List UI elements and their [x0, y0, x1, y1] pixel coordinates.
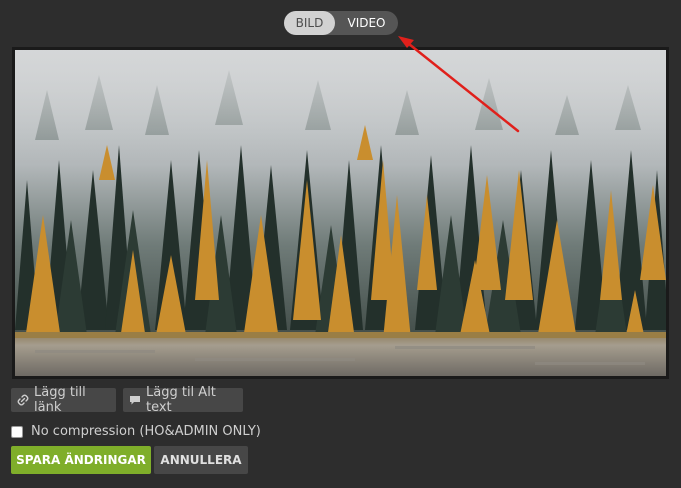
toggle-video[interactable]: VIDEO [335, 11, 398, 35]
media-type-toggle: BILD VIDEO [284, 11, 398, 35]
add-alt-text-button[interactable]: Lägg til Alt text [123, 385, 243, 415]
image-preview [12, 47, 669, 379]
no-compression-checkbox[interactable] [11, 425, 23, 438]
toggle-bild[interactable]: BILD [284, 11, 335, 35]
no-compression-label: No compression (HO&ADMIN ONLY) [31, 424, 261, 439]
forest-image [15, 50, 666, 376]
compression-option: No compression (HO&ADMIN ONLY) [11, 424, 261, 439]
link-icon [17, 394, 29, 406]
add-alt-text-label: Lägg til Alt text [146, 385, 216, 415]
add-link-label: Lägg till länk [34, 385, 86, 415]
save-changes-button[interactable]: SPARA ÄNDRINGAR [11, 446, 151, 474]
cancel-button[interactable]: ANNULLERA [154, 446, 248, 474]
add-link-button[interactable]: Lägg till länk [11, 385, 116, 415]
comment-icon [129, 395, 141, 406]
